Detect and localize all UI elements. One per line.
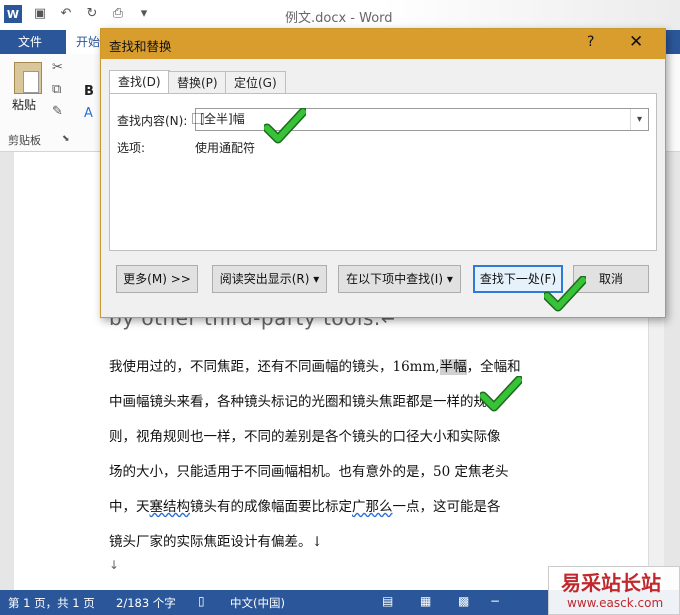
check-mark-icon: [544, 276, 586, 312]
watermark-name: 易采站长站: [561, 571, 661, 595]
check-mark-icon: [480, 376, 522, 412]
grammar-underline: 广那么: [352, 499, 393, 515]
window-title: 例文.docx - Word: [285, 11, 393, 26]
clipboard-launcher-icon[interactable]: ⬊: [62, 134, 70, 144]
check-mark-icon: [264, 108, 306, 144]
end-mark: ↓: [109, 558, 120, 572]
page-count[interactable]: 第 1 页，共 1 页: [8, 595, 95, 611]
copy-icon[interactable]: ⧉: [52, 82, 61, 97]
word-count[interactable]: 2/183 个字: [116, 595, 176, 611]
language-indicator[interactable]: 中文(中国): [230, 595, 285, 611]
word-app-icon[interactable]: W: [4, 5, 22, 23]
paste-button-label[interactable]: 粘贴: [12, 96, 36, 113]
grammar-underline: 塞结构: [149, 499, 191, 515]
tab-find[interactable]: 查找(D): [109, 70, 170, 94]
format-painter-icon[interactable]: ✎: [52, 104, 63, 119]
dialog-title-bar[interactable]: 查找和替换 ? ✕: [101, 29, 665, 59]
quick-access-toolbar: W ▣ ↶ ↻ ⎙ ▾: [4, 5, 152, 23]
find-in-button[interactable]: 在以下项中查找(I) ▾: [338, 265, 461, 293]
text-effects-button[interactable]: A: [84, 106, 93, 121]
help-button[interactable]: ?: [587, 34, 594, 50]
find-history-dropdown-icon[interactable]: ▾: [630, 109, 648, 130]
close-button[interactable]: ✕: [629, 32, 643, 52]
document-line: 则，视角规则也一样，不同的差别是各个镜头的口径大小和实际像: [109, 429, 501, 445]
find-replace-dialog: 查找和替换 ? ✕ 查找(D) 替换(P) 定位(G) 查找内容(N): [⃞全…: [100, 28, 666, 318]
title-decoration: [380, 0, 680, 30]
zoom-out-icon[interactable]: −: [490, 594, 500, 608]
undo-icon[interactable]: ↶: [58, 6, 74, 22]
save-icon[interactable]: ▣: [32, 6, 48, 22]
tab-file[interactable]: 文件: [8, 30, 52, 54]
customize-qat-icon[interactable]: ▾: [136, 6, 152, 22]
more-button[interactable]: 更多(M) >>: [116, 265, 198, 293]
site-watermark: 易采站长站 www.easck.com: [548, 566, 680, 615]
print-layout-icon[interactable]: ▦: [420, 594, 431, 608]
dialog-title: 查找和替换: [109, 39, 172, 54]
watermark-url: www.easck.com: [567, 596, 664, 610]
options-value: 使用通配符: [195, 141, 256, 155]
options-label: 选项:: [117, 141, 146, 155]
document-line: 中，天塞结构镜头有的成像幅面要比标定广那么一点，这可能是各: [109, 499, 501, 515]
paste-icon[interactable]: [14, 62, 42, 94]
tab-goto[interactable]: 定位(G): [225, 71, 286, 93]
reading-highlight-button[interactable]: 阅读突出显示(R) ▾: [212, 265, 327, 293]
document-line: 镜头厂家的实际焦距设计有偏差。↓: [109, 534, 323, 550]
clipboard-group-label: 剪贴板: [8, 134, 41, 147]
redo-icon[interactable]: ↻: [84, 6, 100, 22]
title-bar: W ▣ ↶ ↻ ⎙ ▾ 例文.docx - Word: [0, 0, 680, 30]
search-highlight: 半幅: [439, 359, 467, 375]
web-layout-icon[interactable]: ▩: [458, 594, 469, 608]
tab-replace[interactable]: 替换(P): [168, 71, 227, 93]
document-line: 场的大小，只能适用于不同画幅相机。也有意外的是，50 定焦老头: [109, 464, 509, 480]
cut-icon[interactable]: ✂: [52, 60, 63, 75]
proofing-icon[interactable]: ▯: [198, 594, 205, 608]
print-preview-icon[interactable]: ⎙: [110, 6, 126, 22]
read-mode-icon[interactable]: ▤: [382, 594, 393, 608]
find-what-label: 查找内容(N):: [117, 114, 188, 128]
bold-button[interactable]: B: [84, 84, 94, 99]
